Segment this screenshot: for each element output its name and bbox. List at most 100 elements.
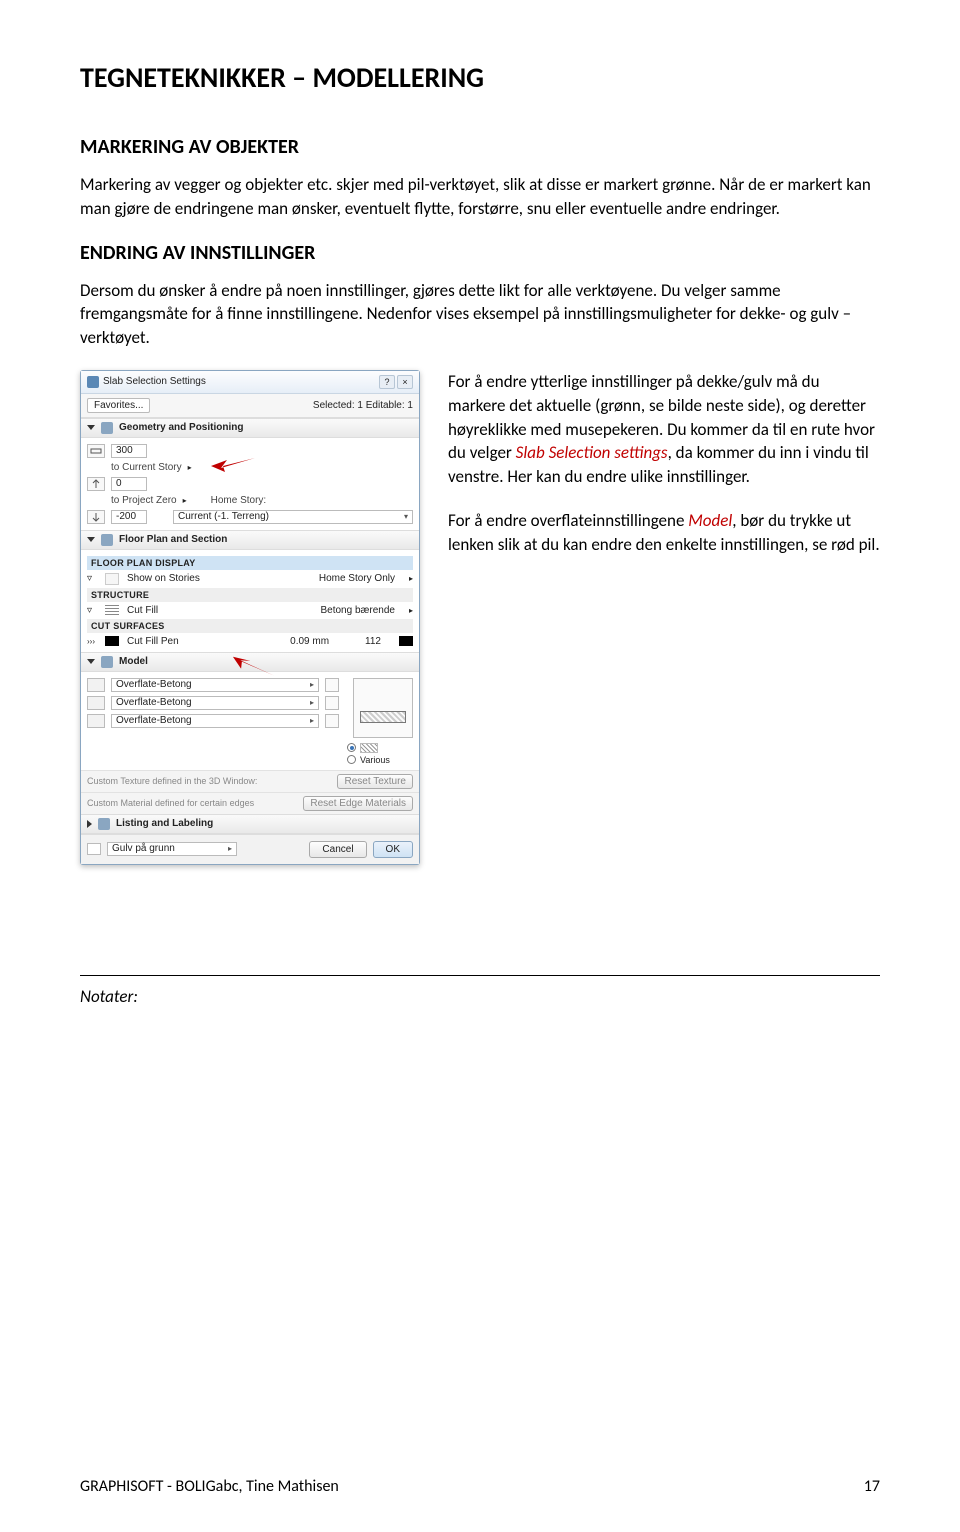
- chevron-down-icon: ▸: [310, 697, 314, 709]
- custom-material-label: Custom Material defined for certain edge…: [87, 798, 254, 808]
- dialog-icon: [87, 376, 99, 388]
- help-icon[interactable]: ?: [379, 375, 395, 389]
- side-text-2a: For å endre overflateinnstillingene: [448, 510, 688, 531]
- cut-fill-swatch-icon: [105, 605, 119, 615]
- expand-icon[interactable]: ▿: [87, 573, 97, 584]
- elevation-input[interactable]: -200: [111, 510, 147, 524]
- selected-status: Selected: 1 Editable: 1: [313, 400, 413, 411]
- cut-fill-label: Cut Fill: [127, 605, 158, 616]
- floor-plan-display-header: FLOOR PLAN DISPLAY: [87, 556, 413, 570]
- divider: [80, 975, 880, 976]
- section-floorplan-label: Floor Plan and Section: [119, 534, 227, 545]
- cut-fill-pen-swatch-icon: [105, 636, 119, 646]
- chevron-down-icon: ▸: [310, 715, 314, 727]
- home-story-dropdown[interactable]: Current (-1. Terreng) ▾: [173, 510, 413, 524]
- show-on-stories-icon: [105, 573, 119, 585]
- page-title: TEGNETEKNIKKER – MODELLERING: [80, 60, 880, 95]
- bottom-surface-value: Overflate-Betong: [116, 715, 192, 727]
- side-paragraph-1: For å endre ytterlige innstillinger på d…: [448, 370, 880, 489]
- hatch-radio[interactable]: [347, 743, 356, 752]
- section-model[interactable]: Model: [81, 652, 419, 672]
- side-text-2b-emph: Model: [688, 510, 732, 531]
- layer-value: Gulv på grunn: [112, 843, 175, 855]
- thickness-input[interactable]: 300: [111, 444, 147, 458]
- cancel-button[interactable]: Cancel: [309, 841, 366, 858]
- home-story-label: Home Story:: [211, 495, 267, 506]
- footer-credit: GRAPHISOFT - BOLIGabc, Tine Mathisen: [80, 1477, 339, 1496]
- geometry-icon: [101, 422, 113, 434]
- section-listing[interactable]: Listing and Labeling: [81, 814, 419, 834]
- notes-label: Notater:: [80, 986, 880, 1007]
- side-paragraph-2: For å endre overflateinnstillingene Mode…: [448, 509, 880, 557]
- paragraph-markering: Markering av vegger og objekter etc. skj…: [80, 173, 880, 221]
- offset-input[interactable]: 0: [111, 477, 147, 491]
- elevation-icon: [87, 510, 105, 524]
- cut-fill-pen-width: 0.09 mm: [290, 636, 329, 647]
- collapse-icon: [87, 537, 95, 542]
- section-floorplan[interactable]: Floor Plan and Section: [81, 530, 419, 550]
- slab-settings-dialog: Slab Selection Settings ? × Favorites...…: [80, 370, 420, 865]
- section-heading-endring: ENDRING AV INNSTILLINGER: [80, 241, 880, 265]
- structure-header: STRUCTURE: [87, 588, 413, 602]
- chevron-down-icon: ▸: [228, 843, 232, 855]
- show-on-stories-label: Show on Stories: [127, 573, 200, 584]
- section-model-label: Model: [119, 656, 148, 667]
- page-number: 17: [864, 1477, 880, 1496]
- side-surface-dropdown[interactable]: Overflate-Betong ▸: [111, 696, 319, 710]
- layer-dropdown[interactable]: Gulv på grunn ▸: [107, 842, 237, 856]
- cut-fill-pen-label: Cut Fill Pen: [127, 636, 179, 647]
- dropdown-icon[interactable]: ▸: [183, 496, 187, 505]
- paragraph-endring: Dersom du ønsker å endre på noen innstil…: [80, 279, 880, 350]
- dropdown-icon[interactable]: ▸: [188, 463, 192, 472]
- cut-fill-pen-number: 112: [365, 636, 381, 647]
- top-surface-value: Overflate-Betong: [116, 679, 192, 691]
- favorites-button[interactable]: Favorites...: [87, 398, 150, 413]
- cut-fill-value[interactable]: Betong bærende: [320, 605, 395, 616]
- ok-button[interactable]: OK: [373, 841, 413, 858]
- section-geometry[interactable]: Geometry and Positioning: [81, 418, 419, 438]
- link-surfaces-button[interactable]: [325, 696, 339, 710]
- top-surface-dropdown[interactable]: Overflate-Betong ▸: [111, 678, 319, 692]
- top-surface-icon: [87, 678, 105, 692]
- to-project-zero-label: to Project Zero: [111, 495, 177, 506]
- pen-color-swatch-icon[interactable]: [399, 636, 413, 646]
- bottom-surface-icon: [87, 714, 105, 728]
- reset-edge-materials-button[interactable]: Reset Edge Materials: [303, 796, 413, 811]
- to-current-story-label: to Current Story: [111, 462, 182, 473]
- expand-icon: [87, 820, 92, 828]
- listing-icon: [98, 818, 110, 830]
- dropdown-icon[interactable]: ▸: [409, 606, 413, 615]
- home-story-value: Current (-1. Terreng): [178, 511, 269, 523]
- various-label: Various: [360, 755, 390, 765]
- dialog-titlebar: Slab Selection Settings ? ×: [81, 371, 419, 394]
- expand-icon[interactable]: ▿: [87, 605, 97, 616]
- thickness-icon: [87, 444, 105, 458]
- chevron-down-icon: ▸: [310, 679, 314, 691]
- close-icon[interactable]: ×: [397, 375, 413, 389]
- bottom-surface-dropdown[interactable]: Overflate-Betong ▸: [111, 714, 319, 728]
- offset-icon: [87, 477, 105, 491]
- section-listing-label: Listing and Labeling: [116, 818, 213, 829]
- side-surface-value: Overflate-Betong: [116, 697, 192, 709]
- custom-texture-label: Custom Texture defined in the 3D Window:: [87, 776, 257, 786]
- side-surface-icon: [87, 696, 105, 710]
- dropdown-icon[interactable]: ▸: [409, 574, 413, 583]
- show-on-stories-value[interactable]: Home Story Only: [319, 573, 395, 584]
- collapse-icon: [87, 425, 95, 430]
- collapse-icon: [87, 659, 95, 664]
- layer-icon[interactable]: [87, 843, 101, 855]
- various-radio[interactable]: [347, 755, 356, 764]
- section-geometry-label: Geometry and Positioning: [119, 422, 243, 433]
- chevron-down-icon: ▾: [404, 511, 408, 523]
- model-icon: [101, 656, 113, 668]
- section-heading-markering: MARKERING AV OBJEKTER: [80, 135, 880, 159]
- link-surfaces-button[interactable]: [325, 714, 339, 728]
- reset-texture-button[interactable]: Reset Texture: [337, 774, 413, 789]
- side-text-1b-emph: Slab Selection settings: [516, 442, 668, 463]
- expand-icon[interactable]: ›››: [87, 637, 97, 646]
- floorplan-icon: [101, 534, 113, 546]
- link-surfaces-button[interactable]: [325, 678, 339, 692]
- hatch-preview-icon: [360, 743, 378, 753]
- dialog-title: Slab Selection Settings: [103, 376, 206, 387]
- cut-surfaces-header: CUT SURFACES: [87, 619, 413, 633]
